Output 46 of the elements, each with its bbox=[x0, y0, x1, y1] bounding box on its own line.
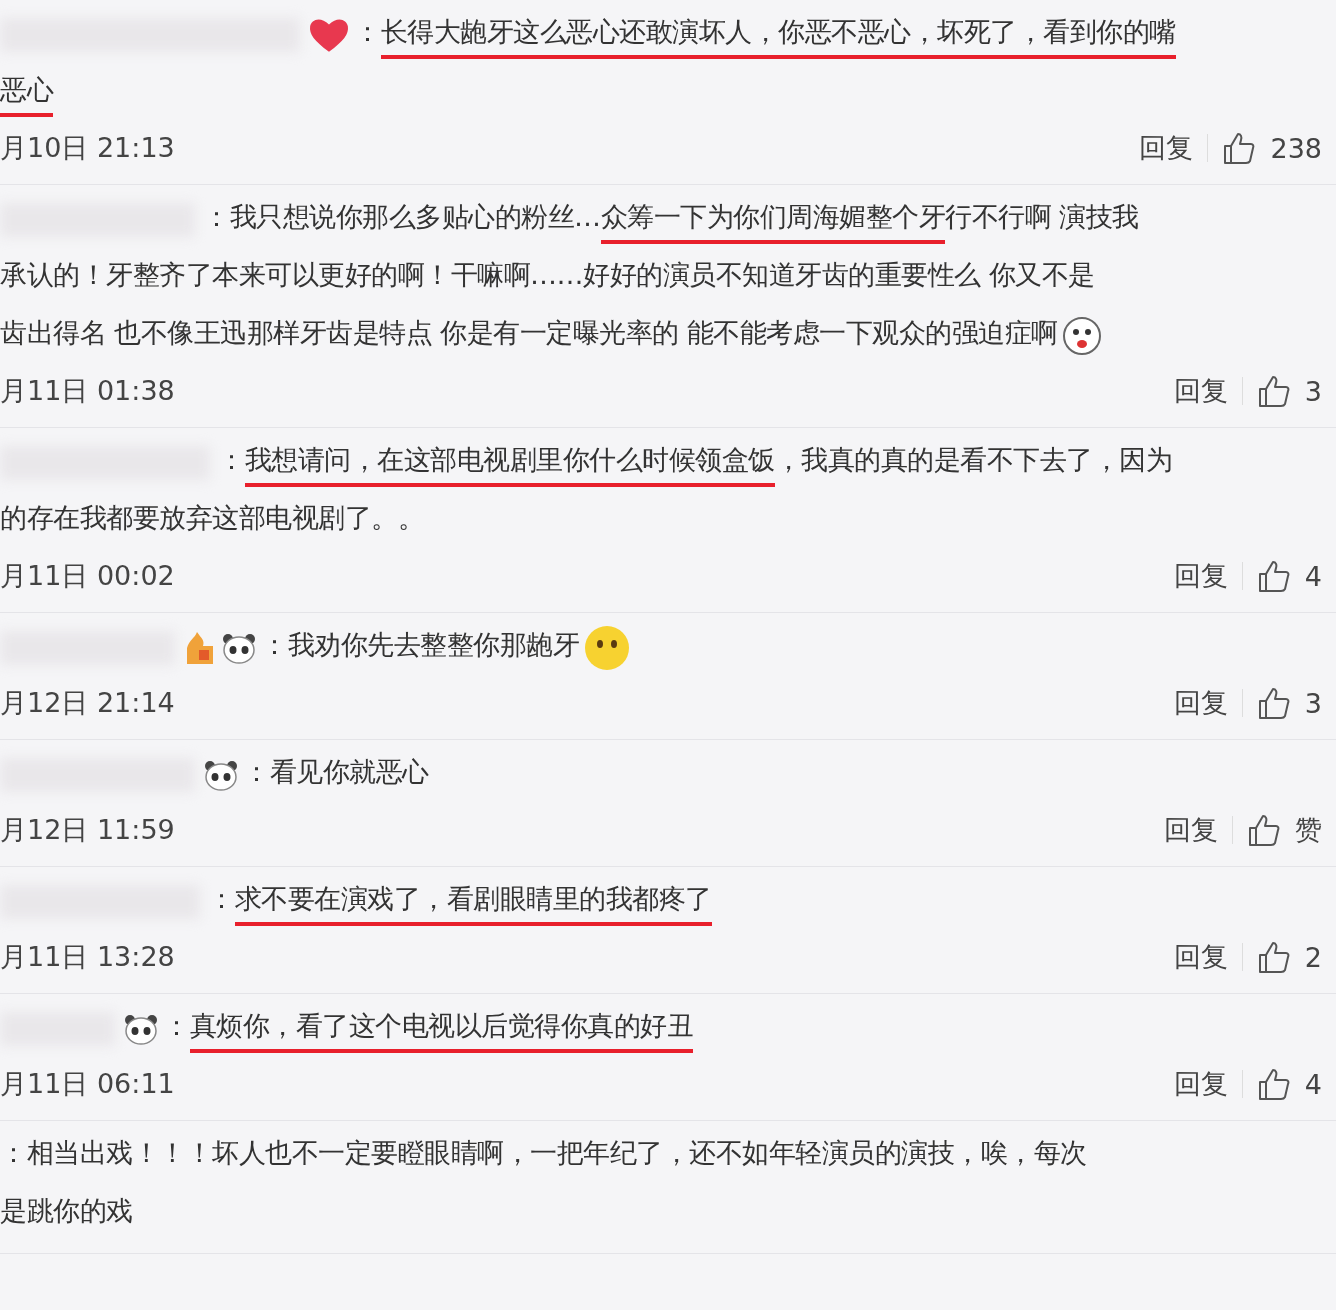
like-count: 赞 bbox=[1295, 813, 1322, 847]
thumbs-up-icon[interactable] bbox=[1256, 1067, 1291, 1101]
like-count: 2 bbox=[1304, 941, 1322, 973]
smiley-emoji-icon bbox=[583, 624, 631, 672]
comment-text: ：我只想说你那么多贴心的粉丝…众筹一下为你们周海媚整个牙行不行啊 演技我 bbox=[203, 196, 1139, 256]
comment-text: 齿出得名 也不像王迅那样牙齿是特点 你是有一定曝光率的 能不能考虑一下观众的强迫症啊 bbox=[0, 316, 1058, 350]
like-count: 238 bbox=[1270, 132, 1322, 164]
reply-link[interactable]: 回复 bbox=[1173, 685, 1228, 721]
panda-icon bbox=[123, 1013, 159, 1045]
reply-link[interactable]: 回复 bbox=[1173, 373, 1228, 409]
comment-text: ：我想请问，在这部电视剧里你什么时候领盒饭，我真的真的是看不下去了，因为 bbox=[218, 439, 1172, 499]
heart-icon bbox=[308, 16, 350, 54]
like-count: 4 bbox=[1304, 1068, 1322, 1100]
thumbs-up-icon[interactable] bbox=[1256, 940, 1291, 974]
comment-text: ：真烦你，看了这个电视以后觉得你真的好丑 bbox=[163, 1005, 693, 1065]
comment-text: ：长得大龅牙这么恶心还敢演坏人，你恶不恶心，坏死了，看到你的嘴 bbox=[354, 11, 1176, 71]
thumbs-up-icon[interactable] bbox=[1256, 686, 1291, 720]
thumbs-up-icon[interactable] bbox=[1247, 813, 1281, 847]
like-count: 3 bbox=[1304, 687, 1322, 719]
comment-text: ：相当出戏！！！坏人也不一定要瞪眼睛啊，一把年纪了，还不如年轻演员的演技，唉，每次 bbox=[0, 1136, 1087, 1170]
comment-date: 月12日 21:14 bbox=[0, 686, 175, 720]
comment-date: 月12日 11:59 bbox=[0, 813, 175, 847]
panda-icon bbox=[221, 632, 257, 664]
reply-link[interactable]: 回复 bbox=[1173, 558, 1228, 594]
reply-link[interactable]: 回复 bbox=[1164, 812, 1218, 848]
comment-date: 月10日 21:13 bbox=[0, 131, 175, 165]
thumbs-up-icon[interactable] bbox=[1256, 374, 1291, 408]
comment-date: 月11日 06:11 bbox=[0, 1067, 175, 1101]
panda-icon bbox=[203, 759, 239, 791]
comment-text: ：我劝你先去整整你那龅牙 bbox=[261, 628, 579, 662]
comment-text: 的存在我都要放弃这部电视剧了。。 bbox=[0, 501, 424, 535]
reply-link[interactable]: 回复 bbox=[1173, 939, 1228, 975]
comment-date: 月11日 13:28 bbox=[0, 940, 175, 974]
comment-text: 是跳你的戏 bbox=[0, 1194, 133, 1228]
comment-text: ：看见你就恶心 bbox=[243, 755, 429, 789]
comment-date: 月11日 01:38 bbox=[0, 374, 175, 408]
reply-link[interactable]: 回复 bbox=[1173, 1066, 1228, 1102]
like-count: 4 bbox=[1304, 560, 1322, 592]
comment-date: 月11日 00:02 bbox=[0, 559, 175, 593]
like-count: 3 bbox=[1304, 375, 1322, 407]
thumbs-up-icon[interactable] bbox=[1256, 559, 1291, 593]
thumbs-up-icon[interactable] bbox=[1222, 131, 1257, 165]
comment-text: ：求不要在演戏了，看剧眼睛里的我都疼了 bbox=[208, 878, 712, 938]
reply-link[interactable]: 回复 bbox=[1139, 130, 1194, 166]
comment-text: 承认的！牙整齐了本来可以更好的啊！干嘛啊……好好的演员不知道牙齿的重要性么 你又不是 bbox=[0, 258, 1095, 292]
comment-text: 恶心 bbox=[0, 69, 53, 129]
